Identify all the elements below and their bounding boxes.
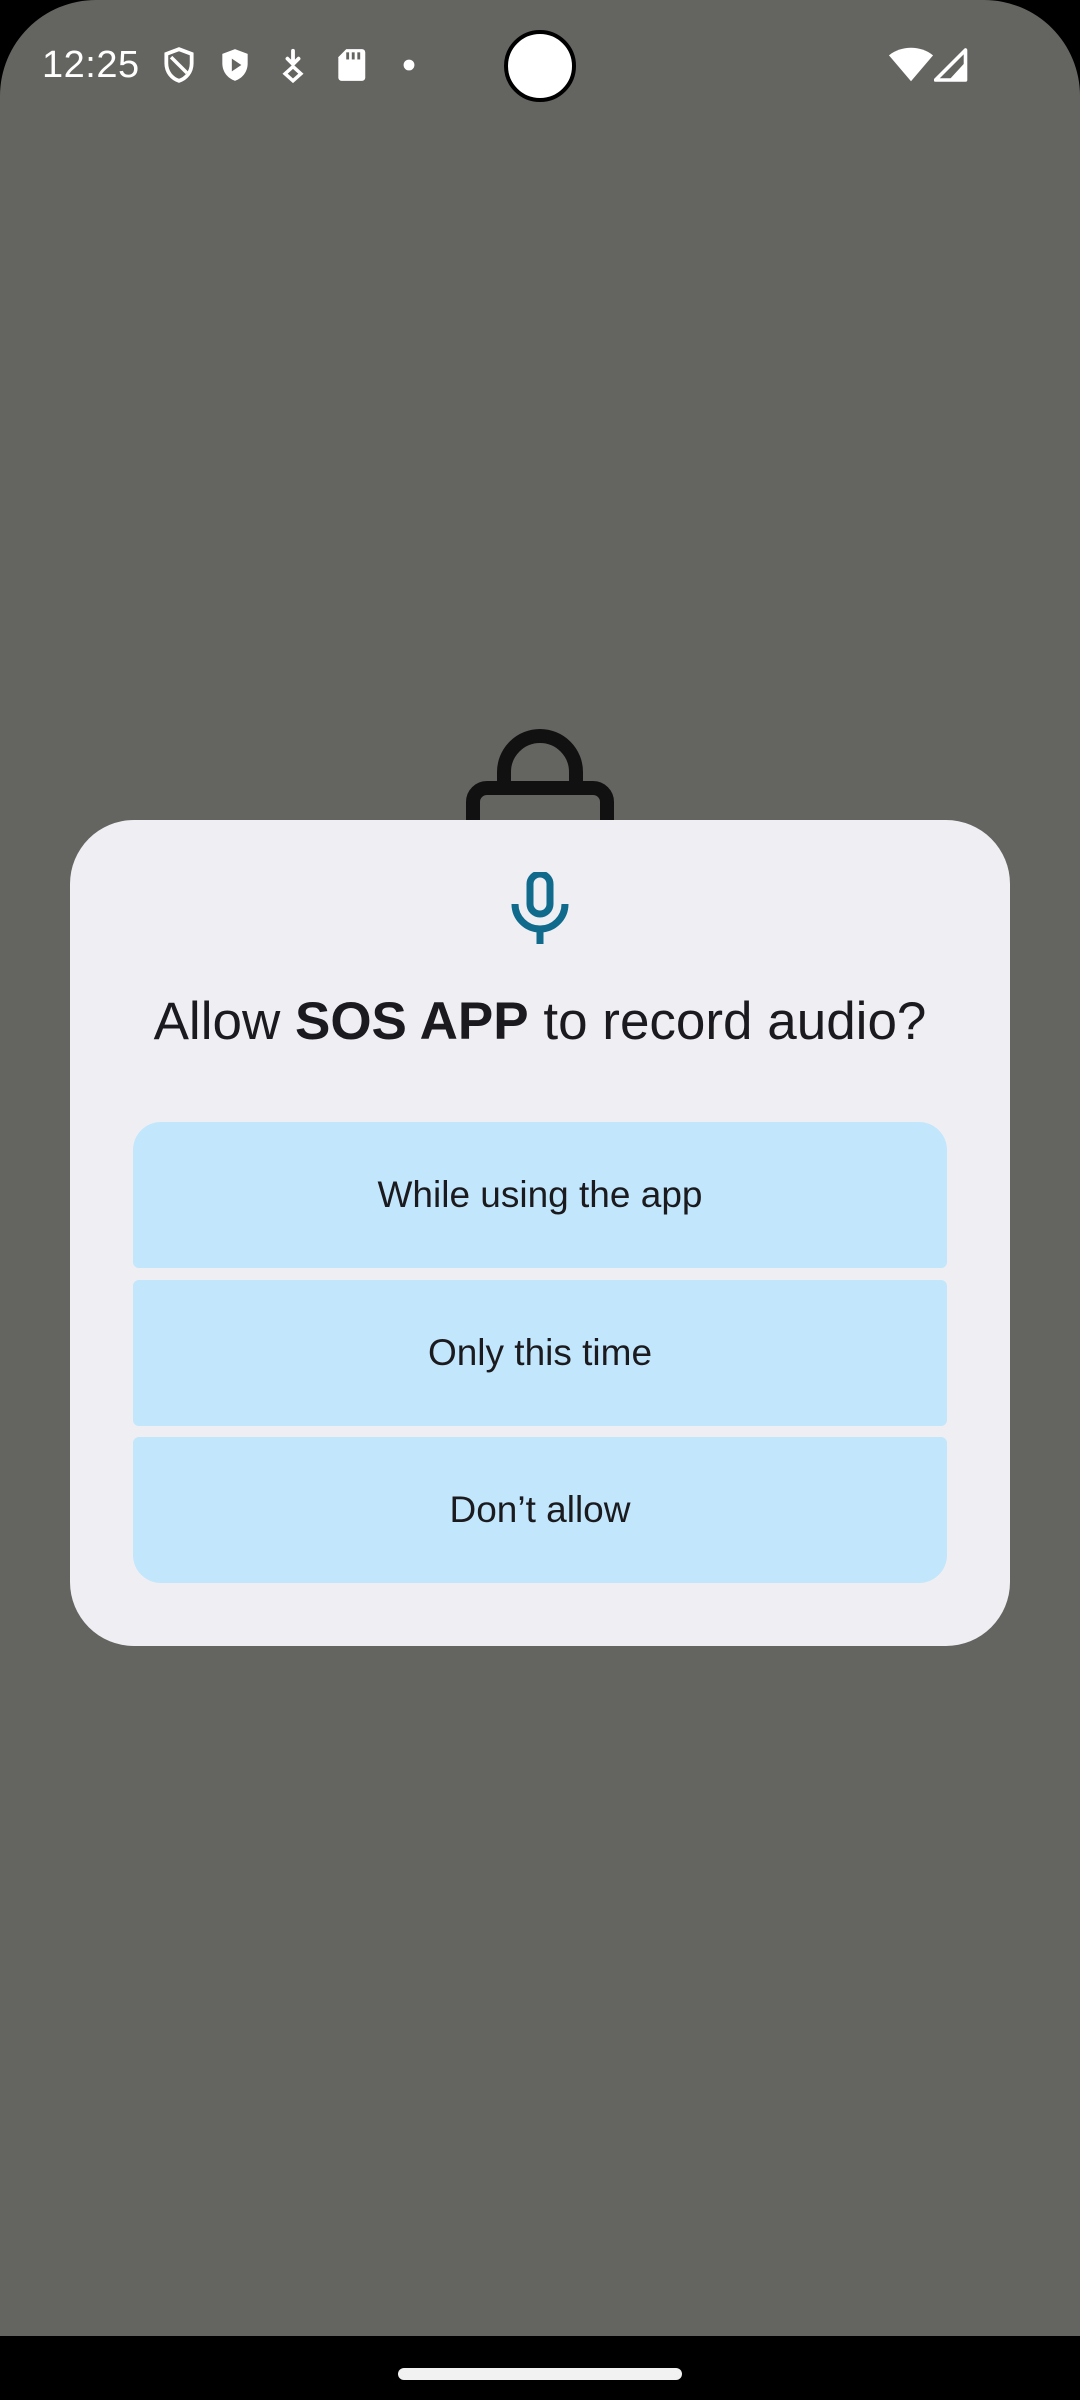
download-badge-icon bbox=[274, 46, 312, 84]
navigation-bar bbox=[0, 2336, 1080, 2400]
button-label: Only this time bbox=[427, 1332, 653, 1373]
microphone-icon bbox=[510, 872, 570, 944]
title-suffix: to record audio? bbox=[528, 992, 927, 1051]
sd-card-icon bbox=[332, 46, 370, 84]
home-gesture-handle[interactable] bbox=[398, 2368, 682, 2380]
dialog-title: Allow SOS APP to record audio? bbox=[70, 990, 1010, 1054]
button-label: While using the app bbox=[377, 1174, 703, 1215]
dot-icon bbox=[396, 46, 422, 84]
status-time: 12:25 bbox=[42, 44, 140, 86]
wifi-icon bbox=[888, 44, 934, 84]
only-this-time-button[interactable]: Only this time bbox=[133, 1280, 947, 1426]
status-bar: 12:25 bbox=[0, 0, 1080, 130]
dont-allow-button[interactable]: Don’t allow bbox=[133, 1437, 947, 1583]
title-prefix: Allow bbox=[153, 992, 295, 1051]
camera-cutout bbox=[504, 30, 576, 102]
cell-signal-icon bbox=[934, 46, 970, 84]
screen: 12:25 Allow SOS APP to record audio? Whi… bbox=[0, 0, 1080, 2400]
button-label: Don’t allow bbox=[449, 1489, 631, 1530]
shield-outline-icon bbox=[160, 46, 198, 84]
app-name: SOS APP bbox=[294, 992, 529, 1051]
shield-play-icon bbox=[216, 46, 254, 84]
while-using-app-button[interactable]: While using the app bbox=[133, 1122, 947, 1268]
permission-dialog: Allow SOS APP to record audio? While usi… bbox=[70, 820, 1010, 1646]
